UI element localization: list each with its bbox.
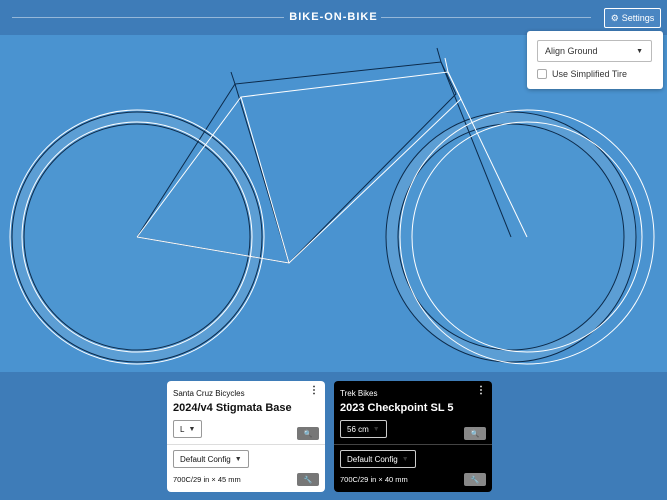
settings-panel: Align Ground ▼ Use Simplified Tire [527, 31, 663, 89]
config-select[interactable]: Default Config ▼ [340, 450, 416, 468]
search-icon: 🔍 [470, 430, 480, 438]
gear-icon: ⚙ [610, 12, 619, 23]
search-button[interactable]: 🔍 [297, 427, 319, 440]
card-divider [334, 444, 492, 445]
config-select[interactable]: Default Config ▼ [173, 450, 249, 468]
size-select[interactable]: L ▼ [173, 420, 203, 438]
size-select[interactable]: 56 cm ▼ [340, 420, 387, 438]
kebab-menu-icon[interactable]: ⋮ [309, 386, 319, 396]
bike-card: Trek Bikes ⋮ 2023 Checkpoint SL 5 56 cm … [334, 381, 492, 492]
wrench-icon: 🔧 [303, 476, 313, 484]
app-header: BIKE-ON-BIKE ⚙ Settings [0, 0, 667, 35]
bike-brand: Santa Cruz Bicycles [173, 389, 245, 398]
wrench-button[interactable]: 🔧 [297, 473, 319, 486]
bike-brand: Trek Bikes [340, 389, 378, 398]
bike-card: Santa Cruz Bicycles ⋮ 2024/v4 Stigmata B… [167, 381, 325, 492]
bike-a-stem [436, 47, 442, 63]
card-divider [167, 444, 325, 445]
simplified-tire-checkbox[interactable] [537, 69, 547, 79]
config-select-value: Default Config [180, 454, 231, 464]
settings-button-label: Settings [621, 13, 655, 23]
align-select[interactable]: Align Ground ▼ [537, 40, 652, 62]
simplified-tire-label: Use Simplified Tire [552, 69, 628, 79]
search-icon: 🔍 [303, 430, 313, 438]
config-select-value: Default Config [347, 454, 398, 464]
size-select-value: L [180, 424, 185, 434]
size-select-value: 56 cm [347, 424, 369, 434]
caret-down-icon: ▼ [234, 455, 242, 463]
bike-b-stem [444, 57, 449, 73]
caret-down-icon: ▼ [372, 425, 380, 433]
settings-button[interactable]: ⚙ Settings [604, 8, 661, 28]
caret-down-icon: ▼ [401, 455, 409, 463]
bike-model: 2023 Checkpoint SL 5 [340, 402, 454, 414]
caret-down-icon: ▼ [636, 47, 643, 55]
bike-model: 2024/v4 Stigmata Base [173, 402, 292, 414]
header-rule-right [381, 17, 591, 18]
bike-a-seatpost [230, 71, 236, 85]
tire-spec: 700C/29 in × 40 mm [340, 475, 408, 484]
kebab-menu-icon[interactable]: ⋮ [476, 386, 486, 396]
simplified-tire-row: Use Simplified Tire [537, 69, 627, 79]
bike-a-drawing [11, 47, 637, 363]
search-button[interactable]: 🔍 [464, 427, 486, 440]
caret-down-icon: ▼ [188, 425, 196, 433]
wrench-icon: 🔧 [470, 476, 480, 484]
align-select-value: Align Ground [545, 46, 598, 56]
wrench-button[interactable]: 🔧 [464, 473, 486, 486]
tire-spec: 700C/29 in × 45 mm [173, 475, 241, 484]
